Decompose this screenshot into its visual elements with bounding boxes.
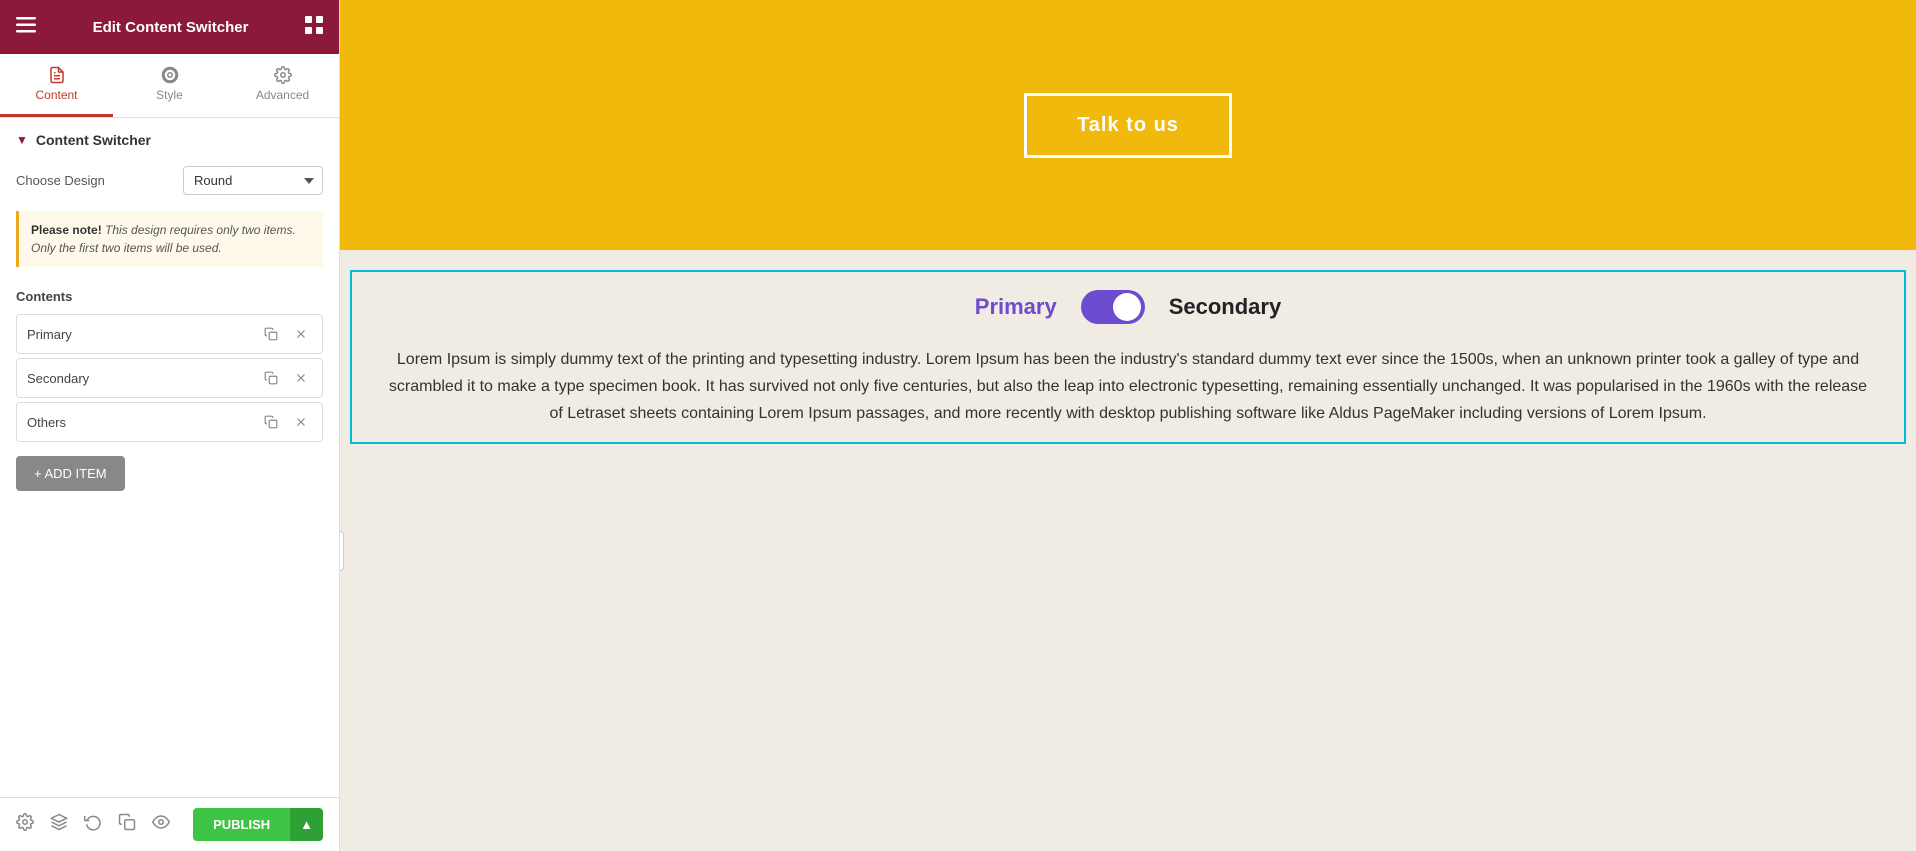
remove-others-button[interactable] — [290, 413, 312, 431]
publish-dropdown-button[interactable]: ▲ — [290, 808, 323, 841]
toggle-knob — [1113, 293, 1141, 321]
choose-design-select[interactable]: Round Flat Slider — [183, 166, 323, 195]
choose-design-label: Choose Design — [16, 173, 105, 188]
note-bold: Please note! — [31, 223, 102, 237]
content-item-secondary: Secondary — [16, 358, 323, 398]
add-item-button[interactable]: + ADD ITEM — [16, 456, 125, 491]
layers-icon[interactable] — [50, 813, 68, 836]
toggle-switch[interactable] — [1081, 290, 1145, 324]
tab-advanced[interactable]: Advanced — [226, 54, 339, 117]
switcher-primary-label: Primary — [975, 294, 1057, 320]
body-text: Lorem Ipsum is simply dummy text of the … — [372, 346, 1884, 428]
left-panel: Edit Content Switcher Content — [0, 0, 340, 851]
tab-style[interactable]: Style — [113, 54, 226, 117]
section-header: ▼ Content Switcher — [0, 118, 339, 158]
section-arrow-icon: ▼ — [16, 133, 28, 147]
content-item-label-others: Others — [27, 415, 252, 430]
eye-icon[interactable] — [152, 813, 170, 836]
panel-footer: PUBLISH ▲ — [0, 797, 339, 851]
content-item-others: Others — [16, 402, 323, 442]
toggle-row: Primary Secondary — [372, 290, 1884, 324]
remove-primary-button[interactable] — [290, 325, 312, 343]
hamburger-icon[interactable] — [16, 17, 36, 38]
section-title: Content Switcher — [36, 132, 151, 148]
footer-icons — [16, 813, 170, 836]
panel-body: ▼ Content Switcher Choose Design Round F… — [0, 118, 339, 797]
content-item-label-primary: Primary — [27, 327, 252, 342]
grid-icon[interactable] — [305, 16, 323, 39]
contents-label: Contents — [0, 279, 339, 310]
tab-content[interactable]: Content — [0, 54, 113, 117]
panel-tabs: Content Style Advanced — [0, 54, 339, 118]
collapse-panel-button[interactable]: ◀ — [340, 531, 344, 571]
duplicate-others-button[interactable] — [260, 413, 282, 431]
publish-button[interactable]: PUBLISH — [193, 808, 290, 841]
note-box: Please note! This design requires only t… — [16, 211, 323, 267]
publish-btn-group: PUBLISH ▲ — [193, 808, 323, 841]
hero-section: Talk to us — [340, 0, 1916, 250]
panel-header: Edit Content Switcher — [0, 0, 339, 54]
right-panel: Talk to us ◀ Primary Secondary Lorem Ips… — [340, 0, 1916, 851]
tab-style-label: Style — [156, 88, 183, 102]
tab-advanced-label: Advanced — [256, 88, 309, 102]
choose-design-row: Choose Design Round Flat Slider — [0, 158, 339, 203]
switcher-selected-box: Primary Secondary Lorem Ipsum is simply … — [350, 270, 1906, 444]
duplicate-primary-button[interactable] — [260, 325, 282, 343]
settings-icon[interactable] — [16, 813, 34, 836]
content-switcher-area: ◀ Primary Secondary Lorem Ipsum is simpl… — [340, 250, 1916, 851]
history-icon[interactable] — [84, 813, 102, 836]
duplicate-secondary-button[interactable] — [260, 369, 282, 387]
switcher-secondary-label: Secondary — [1169, 294, 1282, 320]
panel-title: Edit Content Switcher — [93, 19, 249, 36]
remove-secondary-button[interactable] — [290, 369, 312, 387]
content-item-label-secondary: Secondary — [27, 371, 252, 386]
talk-to-us-button[interactable]: Talk to us — [1024, 93, 1232, 158]
copy-icon[interactable] — [118, 813, 136, 836]
content-item-primary: Primary — [16, 314, 323, 354]
tab-content-label: Content — [35, 88, 77, 102]
